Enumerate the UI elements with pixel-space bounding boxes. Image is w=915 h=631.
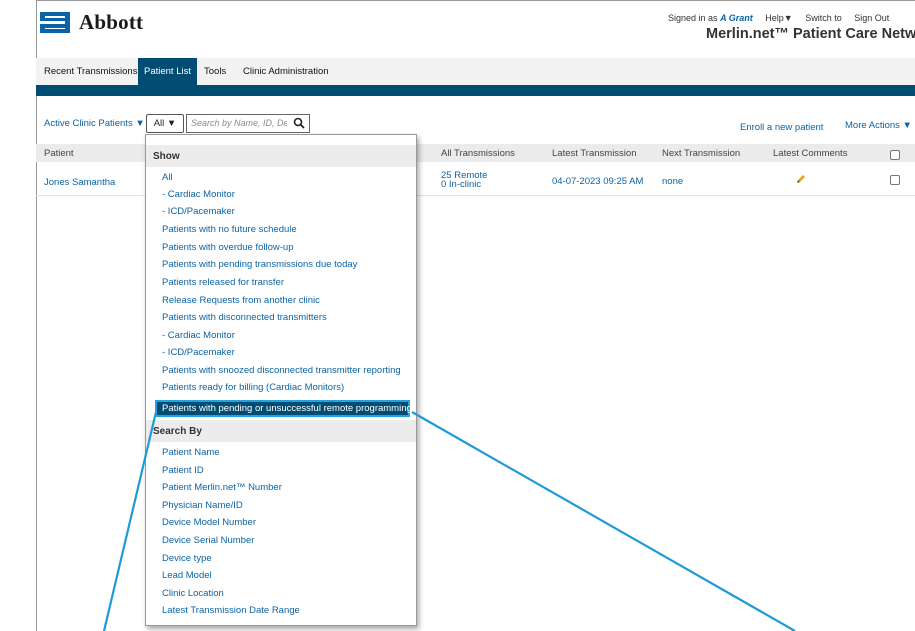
tab-tools[interactable]: Tools [198, 58, 232, 85]
user-bar: Signed in as A Grant Help▼ Switch to Sig… [668, 13, 889, 23]
search-by-patient-id[interactable]: Patient ID [162, 465, 204, 476]
more-actions-menu[interactable]: More Actions ▼ [845, 120, 912, 131]
dropdown-item-released-for-transfer[interactable]: Patients released for transfer [162, 277, 284, 288]
app-window: Abbott Signed in as A Grant Help▼ Switch… [0, 0, 915, 631]
frame-border-top [36, 0, 915, 1]
signed-in-prefix: Signed in as [668, 13, 718, 23]
dropdown-item-icd-pacemaker[interactable]: - ICD/Pacemaker [162, 206, 235, 217]
dropdown-item-cardiac-monitor[interactable]: - Cardiac Monitor [162, 189, 235, 200]
dropdown-section-search-by-label: Search By [153, 426, 202, 437]
dropdown-item-no-future-schedule[interactable]: Patients with no future schedule [162, 224, 297, 235]
search-by-physician[interactable]: Physician Name/ID [162, 500, 243, 511]
search-by-date-range[interactable]: Latest Transmission Date Range [162, 605, 300, 616]
tab-clinic-administration[interactable]: Clinic Administration [237, 58, 335, 85]
callout-line-right [411, 411, 796, 631]
search-by-device-serial[interactable]: Device Serial Number [162, 535, 254, 546]
column-header-latest-transmission[interactable]: Latest Transmission [552, 148, 636, 159]
search-by-device-model[interactable]: Device Model Number [162, 517, 256, 528]
dropdown-item-all[interactable]: All [162, 172, 173, 183]
switch-to-link[interactable]: Switch to [805, 13, 842, 23]
show-filter-dropdown: Show All - Cardiac Monitor - ICD/Pacemak… [145, 134, 417, 626]
dropdown-item-overdue-follow-up[interactable]: Patients with overdue follow-up [162, 242, 294, 253]
column-header-latest-comments[interactable]: Latest Comments [773, 148, 847, 159]
search-by-patient-name[interactable]: Patient Name [162, 447, 220, 458]
clinic-patients-filter[interactable]: Active Clinic Patients ▼ [44, 118, 145, 129]
latest-transmission-link[interactable]: 04-07-2023 09:25 AM [552, 176, 643, 187]
dropdown-item-release-requests[interactable]: Release Requests from another clinic [162, 295, 320, 306]
dropdown-item-pending-remote-programming-label: Patients with pending or unsuccessful re… [162, 403, 412, 414]
signed-in-user[interactable]: A Grant [720, 13, 753, 23]
sign-out-link[interactable]: Sign Out [854, 13, 889, 23]
select-all-checkbox[interactable] [890, 150, 900, 160]
dropdown-item-pending-remote-programming[interactable]: Patients with pending or unsuccessful re… [155, 400, 412, 417]
tab-patient-list[interactable]: Patient List [138, 58, 197, 85]
dropdown-item-disconnected-icd-pacemaker[interactable]: - ICD/Pacemaker [162, 347, 235, 358]
help-menu[interactable]: Help▼ [765, 13, 792, 23]
column-header-all-transmissions[interactable]: All Transmissions [441, 148, 515, 159]
show-filter-select[interactable]: All ▼ [146, 114, 184, 133]
header-accent-bar [36, 85, 915, 96]
search-by-device-type[interactable]: Device type [162, 553, 212, 564]
enroll-patient-link[interactable]: Enroll a new patient [740, 122, 823, 133]
dropdown-item-disconnected-cardiac-monitor[interactable]: - Cardiac Monitor [162, 330, 235, 341]
search-by-clinic-location[interactable]: Clinic Location [162, 588, 224, 599]
patient-search-field[interactable] [186, 114, 310, 133]
edit-comment-pencil-icon[interactable] [796, 174, 806, 184]
dropdown-item-ready-for-billing[interactable]: Patients ready for billing (Cardiac Moni… [162, 382, 344, 393]
search-by-merlin-number[interactable]: Patient Merlin.net™ Number [162, 482, 282, 493]
dropdown-item-pending-transmissions-today[interactable]: Patients with pending transmissions due … [162, 259, 357, 270]
abbott-logo[interactable]: Abbott [38, 10, 143, 35]
column-header-patient[interactable]: Patient [44, 148, 74, 159]
search-by-lead-model[interactable]: Lead Model [162, 570, 212, 581]
network-title: Merlin.net™ Patient Care Network [706, 26, 915, 42]
search-icon[interactable] [293, 117, 305, 129]
column-header-next-transmission[interactable]: Next Transmission [662, 148, 740, 159]
patient-search-input[interactable] [191, 116, 287, 130]
abbott-logo-icon [40, 12, 70, 33]
next-transmission-value: none [662, 176, 684, 187]
transmissions-clinic-link[interactable]: 0 In-clinic [441, 179, 481, 190]
patient-name-link[interactable]: Jones Samantha [44, 177, 115, 188]
dropdown-section-show-label: Show [153, 151, 180, 162]
dropdown-item-disconnected-transmitters[interactable]: Patients with disconnected transmitters [162, 312, 327, 323]
dropdown-item-snoozed-disconnected[interactable]: Patients with snoozed disconnected trans… [162, 365, 401, 376]
row-select-checkbox[interactable] [890, 175, 900, 185]
dropdown-section-show: Show [146, 145, 416, 167]
tab-recent-transmissions[interactable]: Recent Transmissions [38, 58, 143, 85]
brand-name: Abbott [79, 10, 144, 34]
dropdown-section-search-by: Search By [146, 420, 416, 442]
